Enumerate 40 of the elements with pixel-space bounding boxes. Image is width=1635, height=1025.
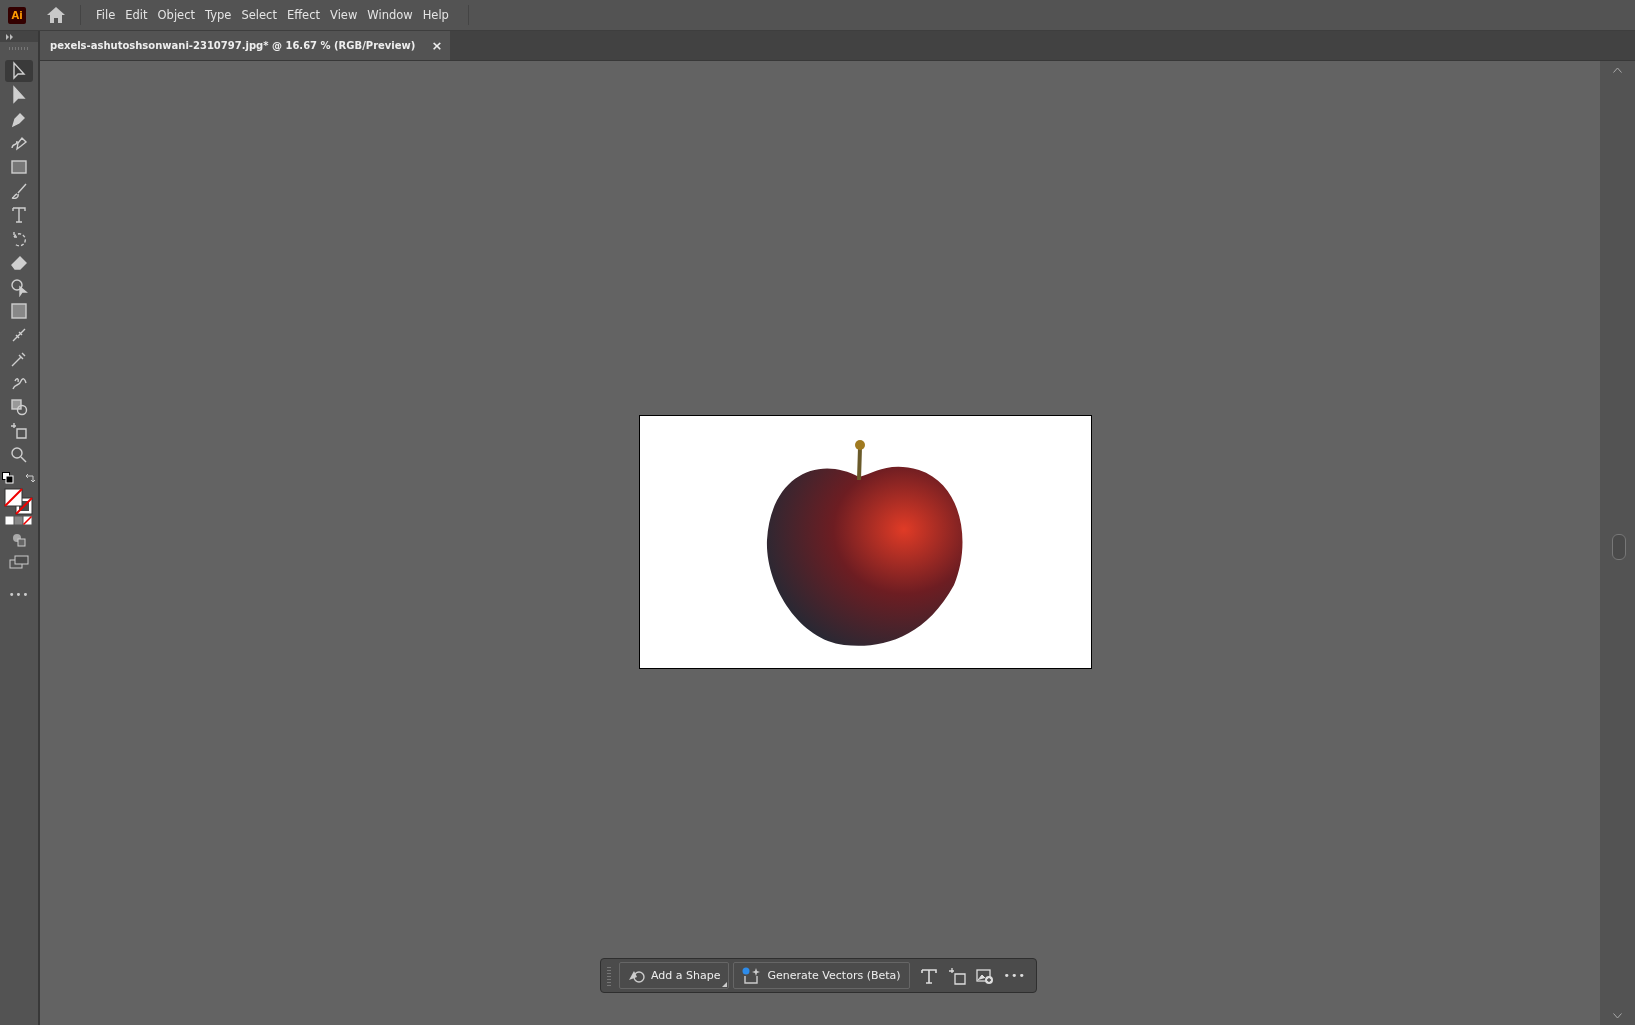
scroll-up-icon[interactable] (1613, 67, 1622, 73)
artboard-icon (9, 421, 29, 441)
fill-stroke-swatches-icon[interactable] (4, 488, 34, 516)
close-tab-button[interactable]: × (431, 38, 443, 53)
swap-colors-icon[interactable] (24, 472, 36, 484)
menu-item[interactable]: Effect (281, 8, 325, 22)
grip-icon[interactable] (9, 47, 29, 50)
collapse-icon[interactable] (6, 33, 14, 40)
menu-item[interactable]: File (91, 8, 121, 22)
scroll-thumb[interactable] (1612, 534, 1626, 560)
grip-icon[interactable] (607, 965, 611, 986)
place-image-icon[interactable] (975, 966, 994, 985)
drawing-modes-icon[interactable] (12, 533, 26, 547)
shape-builder-icon (9, 277, 29, 297)
menu-item[interactable]: Select (236, 8, 282, 22)
document-tab[interactable]: pexels-ashutoshsonwani-2310797.jpg* @ 16.67 % (RGB/Preview) × (40, 31, 451, 60)
default-colors-icon[interactable] (2, 472, 14, 484)
paintbrush-icon (9, 181, 29, 201)
more-tools-button[interactable]: ••• (8, 589, 30, 600)
menu-item[interactable]: Help (417, 8, 454, 22)
menu-item[interactable]: Edit (120, 8, 153, 22)
type-icon (9, 205, 29, 225)
selection-tool[interactable] (5, 60, 33, 82)
rectangle-icon (9, 157, 29, 177)
app-logo[interactable]: Ai (8, 6, 26, 24)
add-shape-button[interactable]: Add a Shape (619, 962, 730, 989)
shape-icon (9, 397, 29, 417)
color-mode-icon[interactable] (5, 516, 33, 525)
menu-item[interactable]: Window (362, 8, 418, 22)
scroll-down-icon[interactable] (1613, 1013, 1622, 1019)
artboard-icon[interactable] (947, 966, 966, 985)
menu-item[interactable]: View (325, 8, 363, 22)
zoom-icon (9, 445, 29, 465)
more-options-button[interactable]: ••• (1003, 969, 1027, 982)
menu-item[interactable]: Type (200, 8, 237, 22)
menu-item[interactable]: Object (152, 8, 200, 22)
screen-mode-icon[interactable] (9, 555, 29, 569)
generate-vectors-button[interactable]: Generate Vectors (Beta) (733, 962, 910, 989)
type-icon[interactable] (919, 966, 938, 985)
home-icon[interactable] (46, 6, 66, 24)
